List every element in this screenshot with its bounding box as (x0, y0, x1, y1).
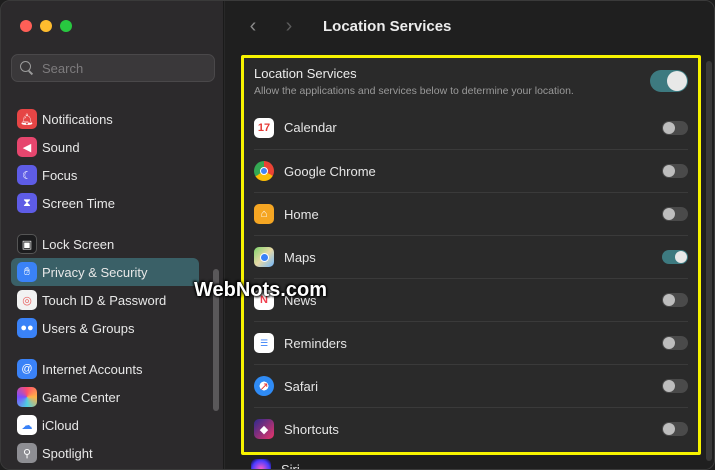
sidebar-item-label: Screen Time (42, 195, 115, 211)
bell-icon: 🔔︎ (17, 109, 37, 129)
shortcuts-toggle[interactable] (662, 422, 688, 436)
window-controls (20, 20, 72, 32)
sidebar-item-label: Game Center (42, 389, 121, 405)
sidebar-item-screen-time[interactable]: ⧗ Screen Time (11, 189, 199, 217)
search-input[interactable] (42, 60, 202, 76)
home-icon: ⌂ (254, 204, 274, 224)
reminders-toggle[interactable] (662, 336, 688, 350)
close-button[interactable] (20, 20, 32, 32)
toolbar: ‹ › Location Services (225, 1, 714, 51)
sidebar-item-label: Touch ID & Password (42, 292, 167, 308)
search-field[interactable] (11, 54, 215, 82)
location-services-description: Allow the applications and services belo… (254, 85, 574, 97)
reminders-icon: ☰ (254, 333, 274, 353)
sidebar-item-label: Internet Accounts (42, 361, 143, 377)
sidebar-item-game-center[interactable]: Game Center (11, 383, 199, 411)
sidebar-item-label: Notifications (42, 111, 113, 127)
at-icon: @ (17, 359, 37, 379)
speaker-icon: ◀ (17, 137, 37, 157)
sidebar-item-touch-id[interactable]: ◎ Touch ID & Password (11, 286, 199, 314)
app-label: Safari (284, 378, 318, 394)
back-button[interactable]: ‹ (235, 15, 271, 38)
settings-window: 🔔︎ Notifications ◀ Sound ☾ Focus ⧗ Scree… (0, 0, 715, 470)
lock-icon: ▣ (17, 234, 37, 254)
app-label: Maps (284, 249, 316, 265)
maps-toggle[interactable] (662, 250, 688, 264)
sidebar-item-users-groups[interactable]: ●● Users & Groups (11, 314, 199, 342)
calendar-icon: 17 (254, 117, 274, 138)
sidebar-item-focus[interactable]: ☾ Focus (11, 161, 199, 189)
sidebar: 🔔︎ Notifications ◀ Sound ☾ Focus ⧗ Scree… (1, 1, 224, 469)
app-label: Calendar (284, 120, 337, 135)
hourglass-icon: ⧗ (17, 193, 37, 213)
sidebar-item-label: Spotlight (42, 445, 93, 461)
app-row-safari: ↗ Safari (254, 364, 688, 407)
hand-icon: ✋︎ (17, 262, 37, 282)
sidebar-item-label: Lock Screen (42, 236, 115, 252)
app-label: Google Chrome (284, 163, 376, 179)
main-content: ‹ › Location Services Location Services … (225, 1, 714, 470)
app-row-calendar: 17 Calendar (254, 106, 688, 149)
safari-toggle[interactable] (662, 379, 688, 393)
main-scrollbar[interactable] (706, 61, 712, 461)
location-services-panel: Location Services Allow the applications… (241, 55, 701, 455)
app-row-reminders: ☰ Reminders (254, 321, 688, 364)
app-label: Siri (281, 461, 300, 470)
siri-icon (251, 459, 271, 469)
game-center-icon (17, 387, 37, 407)
app-row-shortcuts: ◆ Shortcuts (254, 407, 688, 450)
users-icon: ●● (17, 318, 37, 338)
sidebar-item-notifications[interactable]: 🔔︎ Notifications (11, 105, 199, 133)
magnifier-icon: ⚲ (17, 443, 37, 463)
location-services-toggle[interactable] (650, 70, 688, 92)
app-row-home: ⌂ Home (254, 192, 688, 235)
safari-icon: ↗ (254, 376, 274, 396)
minimize-button[interactable] (40, 20, 52, 32)
sidebar-item-label: iCloud (42, 417, 79, 433)
app-row-google-chrome: Google Chrome (254, 149, 688, 192)
moon-icon: ☾ (17, 165, 37, 185)
app-label: Shortcuts (284, 421, 339, 437)
zoom-button[interactable] (60, 20, 72, 32)
cloud-icon: ☁︎ (17, 415, 37, 435)
maps-icon (254, 247, 274, 267)
watermark-text: WebNots.com (194, 279, 327, 301)
app-label: Home (284, 206, 319, 222)
search-icon (20, 61, 34, 75)
sidebar-item-label: Focus (42, 167, 78, 183)
sidebar-item-label: Sound (42, 139, 80, 155)
sidebar-item-internet-accounts[interactable]: @ Internet Accounts (11, 355, 199, 383)
sidebar-item-label: Users & Groups (42, 320, 135, 336)
location-services-header: Location Services Allow the applications… (254, 66, 688, 102)
sidebar-item-label: Privacy & Security (42, 264, 148, 280)
app-row-maps: Maps (254, 235, 688, 278)
location-services-title: Location Services (254, 66, 357, 81)
sidebar-item-privacy-security[interactable]: ✋︎ Privacy & Security (11, 258, 199, 286)
calendar-toggle[interactable] (662, 120, 688, 135)
sidebar-item-spotlight[interactable]: ⚲ Spotlight (11, 439, 199, 467)
sidebar-item-sound[interactable]: ◀ Sound (11, 133, 199, 161)
app-label: Reminders (284, 335, 347, 351)
app-label: News (284, 292, 317, 308)
fingerprint-icon: ◎ (17, 290, 37, 310)
forward-button[interactable]: › (271, 15, 307, 38)
home-toggle[interactable] (662, 207, 688, 221)
app-row-siri: Siri (251, 459, 300, 470)
shortcuts-icon: ◆ (254, 419, 274, 439)
google-chrome-toggle[interactable] (662, 164, 688, 178)
page-title: Location Services (323, 17, 452, 35)
chrome-icon (254, 161, 274, 181)
sidebar-item-lock-screen[interactable]: ▣ Lock Screen (11, 230, 199, 258)
sidebar-item-icloud[interactable]: ☁︎ iCloud (11, 411, 199, 439)
news-toggle[interactable] (662, 293, 688, 307)
